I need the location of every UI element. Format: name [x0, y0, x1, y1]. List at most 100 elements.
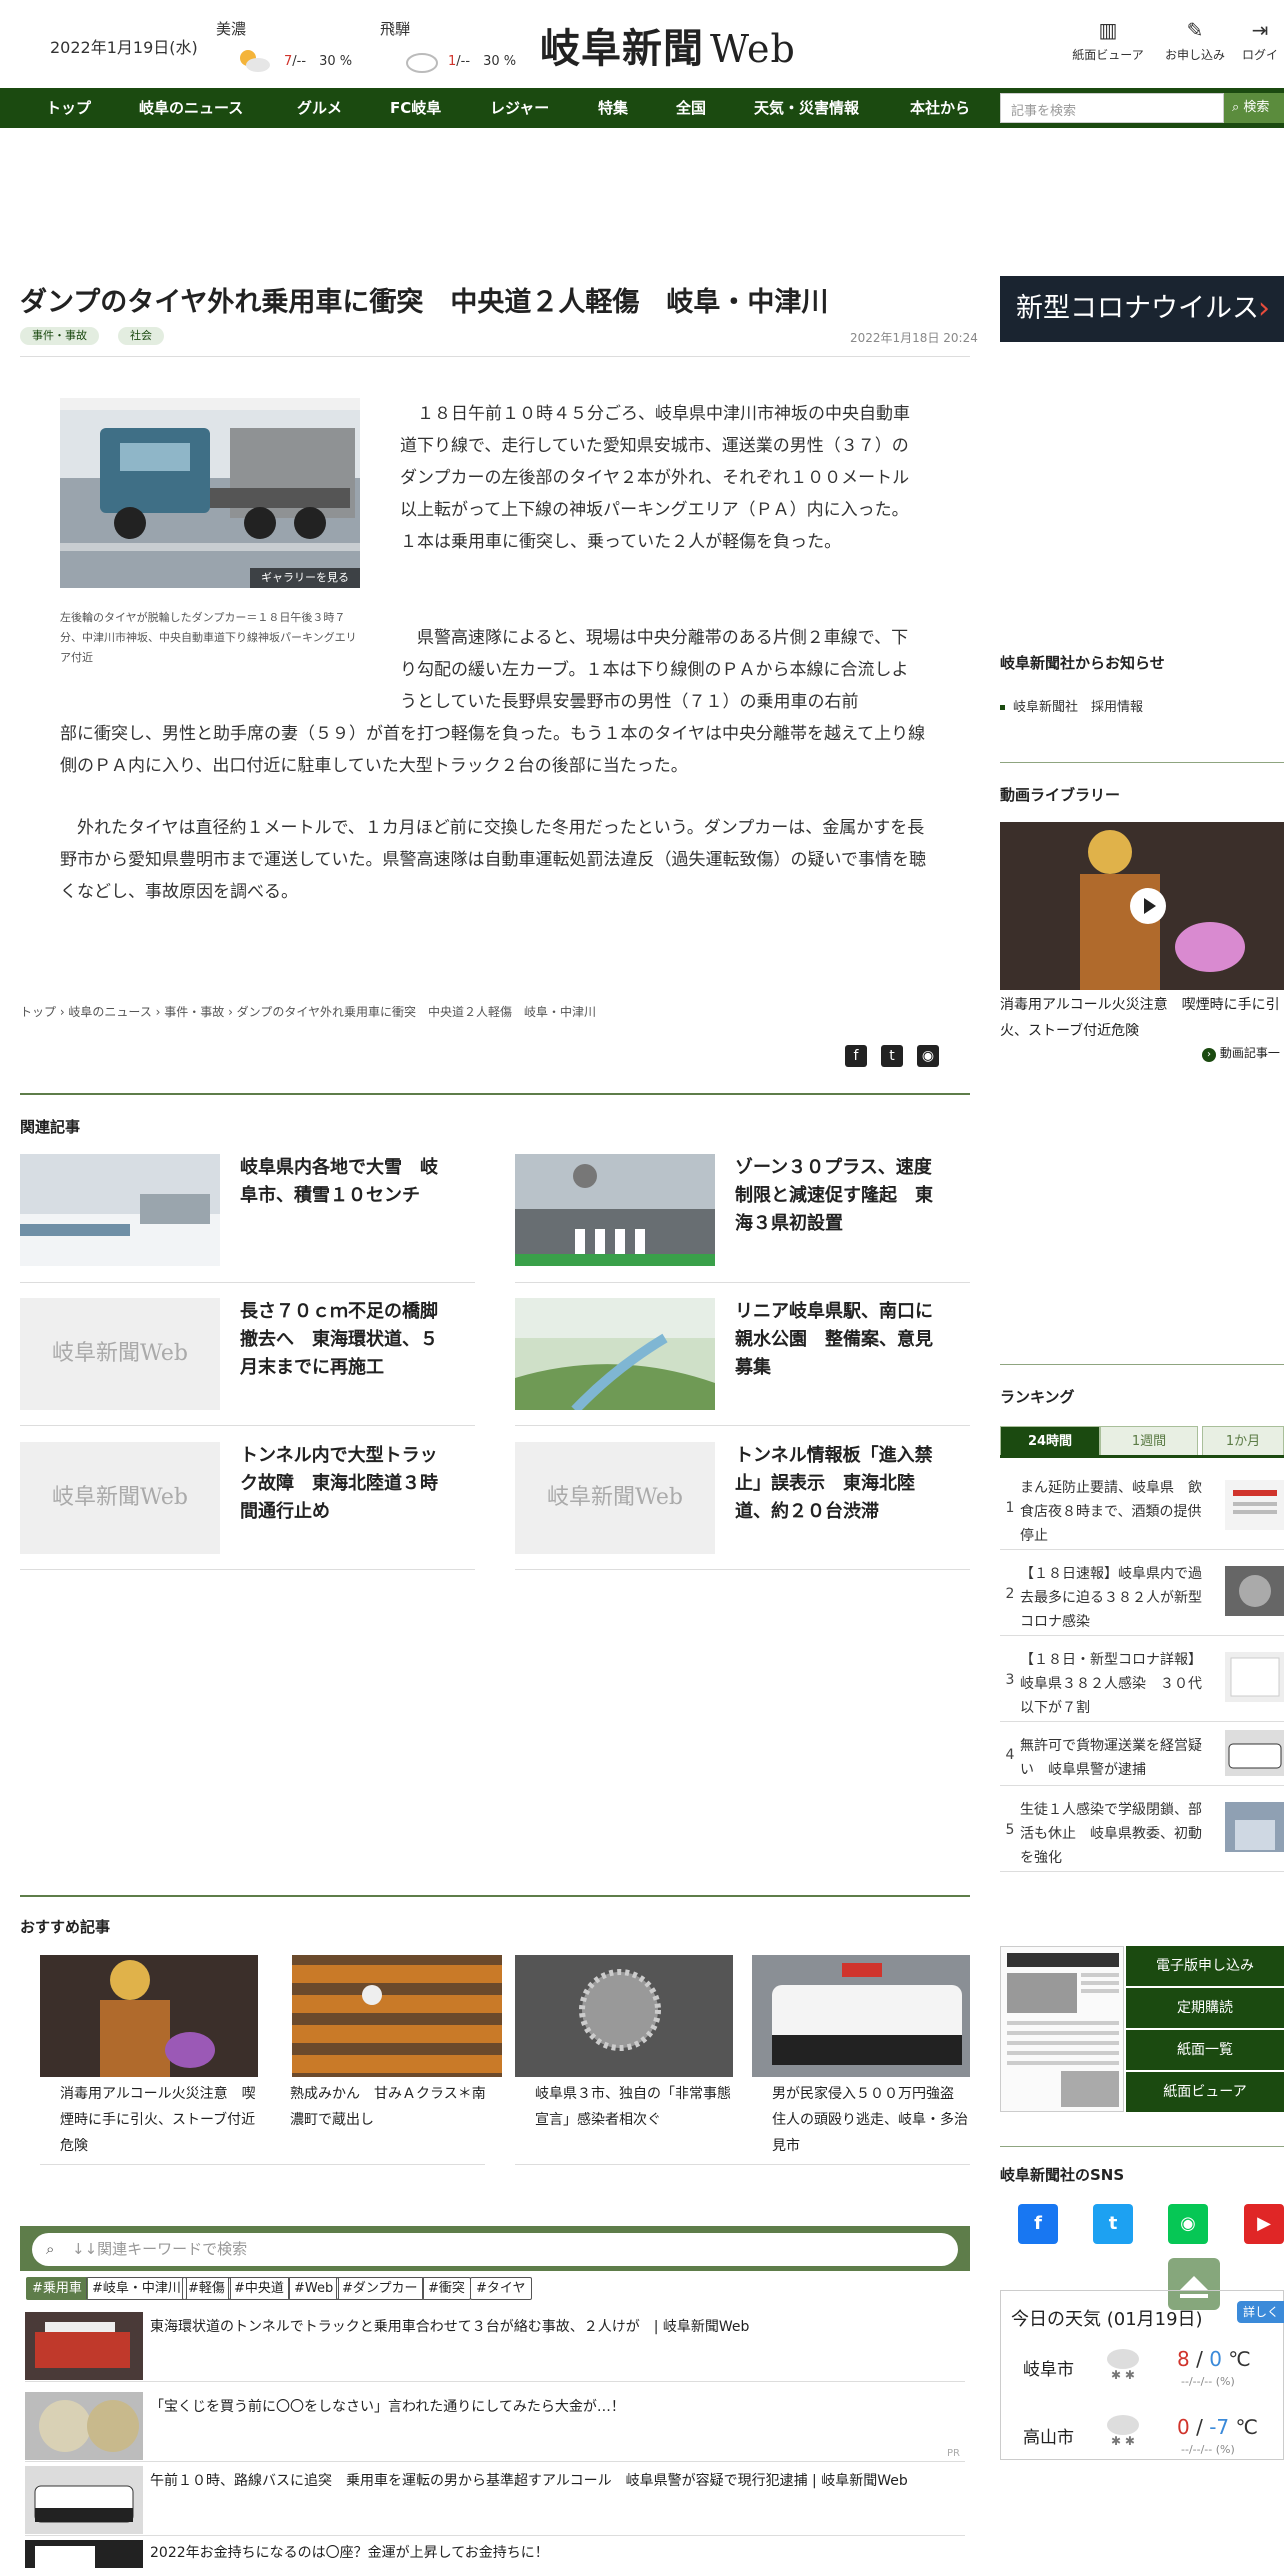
paper-viewer-button[interactable]: 紙面ビューア: [1126, 2072, 1284, 2112]
snow-scene-image: [20, 1154, 220, 1266]
ranking-item[interactable]: 3 【１８日・新型コロナ詳報】岐阜県３８２人感染 ３０代以下が７割: [1000, 1638, 1284, 1722]
subscribe-button[interactable]: 定期購読: [1126, 1988, 1284, 2028]
paper-list-button[interactable]: 紙面一覧: [1126, 2030, 1284, 2070]
recommended-title: 岐阜県３市、独自の「非常事態宣言」感染者相次ぐ: [535, 2086, 731, 2128]
photo-caption: 左後輪のタイヤが脱輪したダンプカー＝１８日午後３時７分、中津川市神坂、中央自動車…: [60, 611, 357, 664]
ranking-tab-24h[interactable]: 24時間: [1000, 1426, 1100, 1456]
video-title[interactable]: 消毒用アルコール火災注意 喫煙時に手に引火、ストーブ付近危険: [1000, 992, 1284, 1044]
digital-subscribe-button[interactable]: 電子版申し込み: [1126, 1946, 1284, 1986]
related-title: リニア岐阜県駅、南口に親水公園 整備案、意見募集: [735, 1301, 933, 1378]
nav-gifu-news[interactable]: 岐阜のニュース: [139, 88, 243, 128]
article-search-input[interactable]: 記事を検索: [1000, 93, 1224, 123]
paper-viewer-link[interactable]: ▥ 紙面ビューア: [1068, 18, 1148, 63]
facebook-icon[interactable]: f: [1018, 2204, 1058, 2244]
keyword-tag[interactable]: #乗用車: [26, 2277, 88, 2300]
svg-text:✱ ✱: ✱ ✱: [1111, 2368, 1135, 2382]
ad-row[interactable]: 午前１０時、路線バスに追突 乗用車を運転の男から基準超すアルコール 岐阜県警が容…: [25, 2466, 965, 2536]
ad-thumb: [25, 2540, 143, 2568]
divider: [1000, 1364, 1284, 1365]
twitter-icon[interactable]: t: [1093, 2204, 1133, 2244]
nav-top[interactable]: トップ: [46, 88, 91, 128]
snow-icon: ✱ ✱: [1107, 2349, 1139, 2382]
youtube-icon[interactable]: ▶: [1244, 2204, 1284, 2244]
notice-item[interactable]: 岐阜新聞社 採用情報: [1000, 696, 1143, 715]
recommended-item[interactable]: 岐阜県３市、独自の「非常事態宣言」感染者相次ぐ: [515, 1955, 735, 2133]
apply-link[interactable]: ✎ お申し込み: [1158, 18, 1232, 63]
category-tag[interactable]: 社会: [118, 327, 164, 345]
article-paragraph-continued: 部に衝突し、男性と助手席の妻（５９）が首を打つ軽傷を負った。もう１本のタイヤは中…: [60, 724, 926, 776]
main-nav: トップ 岐阜のニュース グルメ FC岐阜 レジャー 特集 全国 天気・災害情報 …: [0, 88, 1284, 128]
ranking-tab-month[interactable]: 1か月: [1202, 1426, 1284, 1456]
keyword-tag[interactable]: #軽傷: [182, 2277, 231, 2300]
ad-row[interactable]: 2022年お金持ちになるのは〇座？金運が上昇してお金持ちに！: [25, 2540, 965, 2568]
ad-text: 午前１０時、路線バスに追突 乗用車を運転の男から基準超すアルコール 岐阜県警が容…: [150, 2473, 908, 2489]
keyword-tag[interactable]: #衝突: [422, 2277, 471, 2300]
video-player[interactable]: [1000, 822, 1284, 990]
weather-detail-button[interactable]: 詳しく: [1237, 2301, 1284, 2323]
nav-leisure[interactable]: レジャー: [490, 88, 549, 128]
keyword-tag[interactable]: #Web: [288, 2277, 340, 2300]
nav-national[interactable]: 全国: [676, 88, 706, 128]
current-date: 2022年1月19日(水): [50, 38, 198, 57]
line-share-button[interactable]: ◉: [917, 1045, 939, 1067]
gallery-button[interactable]: ギャラリーを見る: [250, 568, 360, 588]
breadcrumb[interactable]: トップ › 岐阜のニュース › 事件・事故 › ダンプのタイヤ外れ乗用車に衝突 …: [20, 1003, 596, 1020]
category-tag[interactable]: 事件・事故: [20, 327, 99, 345]
ad-row[interactable]: 東海環状道のトンネルでトラックと乗用車合わせて３台が絡む事故、２人けが | 岐阜…: [25, 2312, 965, 2382]
related-heading: 関連記事: [20, 1118, 81, 1136]
video-heading: 動画ライブラリー: [1000, 786, 1121, 804]
arrow-right-icon: ›: [1202, 1048, 1216, 1062]
ranking-item[interactable]: 4 無許可で貨物運送業を経営疑い 岐阜県警が逮捕: [1000, 1724, 1284, 1786]
site-header: 2022年1月19日(水) 美濃 7/-- 30 % 飛騨 1/-- 30 % …: [0, 0, 1284, 88]
ad-text: 東海環状道のトンネルでトラックと乗用車合わせて３台が絡む事故、２人けが | 岐阜…: [150, 2319, 750, 2335]
article-paragraph: １８日午前１０時４５分ごろ、岐阜県中津川市神坂の中央自動車道下り線で、走行してい…: [400, 404, 910, 552]
nav-fc-gifu[interactable]: FC岐阜: [390, 88, 441, 128]
article-photo[interactable]: ギャラリーを見る: [60, 398, 360, 588]
video-more-link[interactable]: › 動画記事一: [1202, 1044, 1280, 1062]
keyword-tag[interactable]: #タイヤ: [470, 2277, 532, 2300]
nav-weather-disaster[interactable]: 天気・災害情報: [754, 88, 859, 128]
divider: [20, 1895, 970, 1897]
keyword-tag[interactable]: #中央道: [228, 2277, 290, 2300]
nav-feature[interactable]: 特集: [598, 88, 628, 128]
line-icon[interactable]: ◉: [1168, 2204, 1208, 2244]
keyword-tag[interactable]: #岐阜・中津川: [86, 2277, 187, 2300]
ranking-item[interactable]: 2 【１８日速報】岐阜県内で過去最多に迫る３８２人が新型コロナ感染: [1000, 1552, 1284, 1636]
play-icon[interactable]: [1130, 888, 1166, 924]
ad-text: 「宝くじを買う前に〇〇をしなさい」言われた通りにしてみたら大金が…！: [150, 2399, 625, 2415]
ad-thumb: [25, 2392, 143, 2460]
divider: [515, 1425, 970, 1426]
snow-icon: ✱ ✱: [1107, 2415, 1139, 2448]
divider: [515, 1282, 970, 1283]
crosswalk-image: [515, 1154, 715, 1266]
ranking-title: 無許可で貨物運送業を経営疑い 岐阜県警が逮捕: [1020, 1738, 1202, 1778]
divider: [1000, 2146, 1284, 2147]
login-icon: ⇥: [1251, 18, 1269, 42]
search-button[interactable]: ⌕ 検索: [1224, 93, 1284, 123]
recommended-item[interactable]: 消毒用アルコール火災注意 喫煙時に手に引火、ストーブ付近危険: [40, 1955, 260, 2159]
divider: [515, 2164, 970, 2165]
ranking-item[interactable]: 1 まん延防止要請、岐阜県 飲食店夜８時まで、酒類の提供停止: [1000, 1466, 1284, 1550]
mikan-storage-image: [292, 1955, 502, 2077]
paper-front-page[interactable]: [1000, 1946, 1124, 2112]
keyword-search-input[interactable]: ⌕ ↓↓関連キーワードで検索: [32, 2233, 958, 2266]
ranking-item[interactable]: 5 生徒１人感染で学級閉鎖、部活も休止 岐阜県教委、初動を強化: [1000, 1788, 1284, 1872]
ranking-thumb: [1225, 1480, 1284, 1530]
weather-sub: --/--/-- (%): [1181, 2443, 1235, 2456]
nav-from-hq[interactable]: 本社から: [910, 88, 970, 128]
ad-row[interactable]: 「宝くじを買う前に〇〇をしなさい」言われた通りにしてみたら大金が…！ PR: [25, 2392, 965, 2462]
corona-banner[interactable]: 新型コロナウイルス ›: [1000, 276, 1284, 342]
nav-gourmet[interactable]: グルメ: [297, 88, 342, 128]
login-link[interactable]: ⇥ ログイ: [1236, 18, 1284, 63]
divider: [1000, 1455, 1284, 1458]
twitter-share-button[interactable]: t: [881, 1045, 903, 1067]
divider: [40, 2164, 485, 2165]
recommended-item[interactable]: 男が民家侵入５００万円強盗 住人の頭殴り逃走、岐阜・多治見市: [752, 1955, 972, 2159]
ranking-title: 生徒１人感染で学級閉鎖、部活も休止 岐阜県教委、初動を強化: [1020, 1802, 1202, 1866]
ranking-tab-week[interactable]: 1週間: [1100, 1426, 1198, 1456]
site-logo[interactable]: 岐阜新聞 Web: [540, 16, 796, 74]
recommended-item[interactable]: 熟成みかん 甘みＡクラス＊南濃町で蔵出し: [270, 1955, 502, 2133]
facebook-share-button[interactable]: f: [845, 1045, 867, 1067]
pen-icon: ✎: [1186, 18, 1204, 42]
keyword-tag[interactable]: #ダンプカー: [336, 2277, 424, 2300]
